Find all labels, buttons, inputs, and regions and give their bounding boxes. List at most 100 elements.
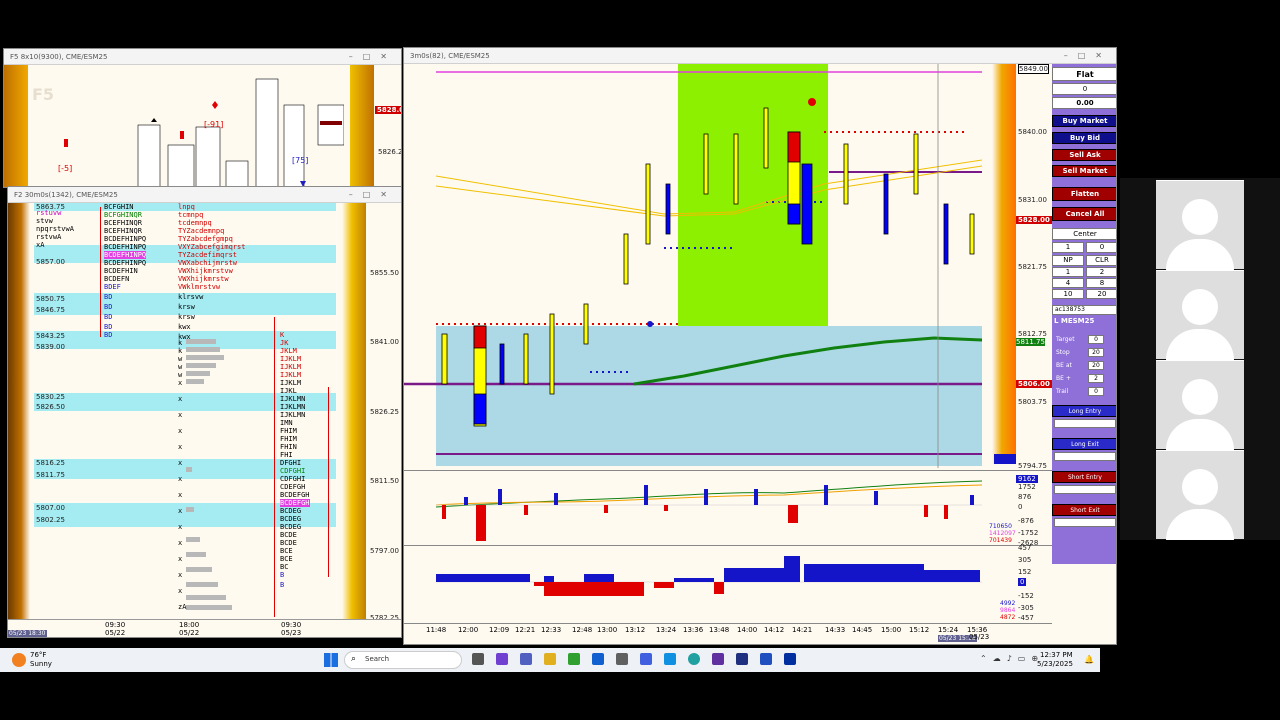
taskbar-app-icon[interactable] bbox=[592, 653, 604, 665]
clock-time[interactable]: 12:37 PM bbox=[1040, 651, 1073, 659]
band-price: 5807.00 bbox=[36, 504, 65, 512]
taskbar-app-icon[interactable] bbox=[784, 653, 796, 665]
tpo-row: stvw bbox=[36, 217, 53, 225]
taskbar-search[interactable]: ⌕ Search bbox=[344, 651, 462, 669]
window-title: F5 8x10(9300), CME/ESM25 bbox=[10, 53, 108, 61]
qty-preset-button[interactable]: 20 bbox=[1086, 289, 1116, 299]
time-label: 14:33 bbox=[825, 626, 846, 634]
taskbar-app-icon[interactable] bbox=[736, 653, 748, 665]
delta-value: 701439 bbox=[989, 537, 1012, 544]
vd-axis-label: 457 bbox=[1018, 544, 1032, 552]
participant-tile[interactable] bbox=[1156, 450, 1244, 540]
participant-tile[interactable] bbox=[1156, 270, 1244, 360]
volume-profile-left bbox=[4, 65, 28, 187]
long-entry-select[interactable] bbox=[1054, 419, 1116, 428]
qty-preset-button[interactable]: 4 bbox=[1052, 278, 1084, 288]
delta-axis-label: 0 bbox=[1018, 503, 1023, 511]
start-button-icon[interactable] bbox=[324, 653, 338, 667]
window-titlebar[interactable]: 3m0s(82), CME/ESM25 –□✕ bbox=[404, 48, 1116, 64]
svg-text:w: w bbox=[178, 363, 183, 371]
flatten-button[interactable]: Flatten bbox=[1052, 187, 1116, 201]
be-at-input[interactable]: 20 bbox=[1088, 361, 1104, 370]
sell-ask-button[interactable]: Sell Ask bbox=[1052, 149, 1116, 161]
vd-axis-label: 152 bbox=[1018, 568, 1032, 576]
price-axis-label: 5826.25 bbox=[370, 408, 399, 416]
initial-balance-line bbox=[328, 387, 329, 577]
svg-text:[75]: [75] bbox=[292, 156, 308, 165]
system-tray-icons[interactable]: ⌃☁♪▭⊕ bbox=[980, 654, 1044, 663]
clock-date[interactable]: 5/23/2025 bbox=[1037, 660, 1073, 668]
avatar-icon bbox=[1182, 379, 1218, 415]
svg-text:x: x bbox=[178, 427, 182, 435]
trail-input[interactable]: 0 bbox=[1088, 387, 1104, 396]
taskbar-app-icon[interactable] bbox=[496, 653, 508, 665]
tpo-row: BCE bbox=[280, 555, 293, 563]
buy-bid-button[interactable]: Buy Bid bbox=[1052, 132, 1116, 144]
clr-button[interactable]: CLR bbox=[1086, 255, 1116, 266]
taskbar-app-icon[interactable] bbox=[616, 653, 628, 665]
buy-market-button[interactable]: Buy Market bbox=[1052, 115, 1116, 127]
account-select[interactable]: ac138753 bbox=[1052, 305, 1116, 315]
tpo-row: BCDEFN bbox=[104, 275, 130, 283]
taskbar-app-icon[interactable] bbox=[640, 653, 652, 665]
search-placeholder: Search bbox=[365, 655, 390, 663]
weather-icon[interactable] bbox=[12, 653, 26, 667]
taskbar-app-icon[interactable] bbox=[760, 653, 772, 665]
band-price: 5846.75 bbox=[36, 306, 65, 314]
qty-preset-button[interactable]: 1 bbox=[1052, 267, 1084, 277]
svg-text:k: k bbox=[178, 347, 183, 355]
tpo-row: IJKLM bbox=[280, 379, 302, 387]
be-plus-input[interactable]: 2 bbox=[1088, 374, 1104, 383]
window-controls[interactable]: –□✕ bbox=[1064, 48, 1112, 64]
volume-delta-pane: 457 305 152 0 -152 -305 -457 4992 9864 4… bbox=[404, 544, 1052, 623]
taskbar-app-icon[interactable] bbox=[544, 653, 556, 665]
long-entry-button[interactable]: Long Entry bbox=[1052, 405, 1116, 417]
qty-input-2[interactable]: 0 bbox=[1086, 242, 1116, 253]
weather-desc[interactable]: Sunny bbox=[30, 660, 52, 668]
tpo-row: BCDE bbox=[280, 539, 297, 547]
window-controls[interactable]: –□✕ bbox=[349, 187, 397, 203]
position-status: Flat bbox=[1052, 67, 1116, 81]
taskbar-app-icon[interactable] bbox=[688, 653, 700, 665]
tpo-row: VXYZabcefgimqrst bbox=[178, 243, 246, 251]
notification-bell-icon[interactable]: 🔔 bbox=[1084, 655, 1094, 664]
sell-market-button[interactable]: Sell Market bbox=[1052, 165, 1116, 177]
short-exit-button[interactable]: Short Exit bbox=[1052, 504, 1116, 516]
tpo-row: BCDEFHINPQ bbox=[104, 251, 147, 259]
taskbar-app-icon[interactable] bbox=[520, 653, 532, 665]
window-titlebar[interactable]: F2 30m0s(1342), CME/ESM25 –□✕ bbox=[8, 187, 401, 203]
vd-axis-label: 305 bbox=[1018, 556, 1032, 564]
np-button[interactable]: NP bbox=[1052, 255, 1084, 266]
long-exit-button[interactable]: Long Exit bbox=[1052, 438, 1116, 450]
long-exit-select[interactable] bbox=[1054, 452, 1116, 461]
window-titlebar[interactable]: F5 8x10(9300), CME/ESM25 –□✕ bbox=[4, 49, 401, 65]
taskbar-app-icon[interactable] bbox=[568, 653, 580, 665]
taskbar-app-icon[interactable] bbox=[664, 653, 676, 665]
short-exit-select[interactable] bbox=[1054, 518, 1116, 527]
taskbar-app-icon[interactable] bbox=[712, 653, 724, 665]
participant-tile[interactable] bbox=[1156, 180, 1244, 270]
time-axis-cursor-label: 05/23 18:30 bbox=[8, 630, 47, 637]
qty-preset-button[interactable]: 2 bbox=[1086, 267, 1116, 277]
short-entry-select[interactable] bbox=[1054, 485, 1116, 494]
qty-input[interactable]: 1 bbox=[1052, 242, 1084, 253]
short-entry-button[interactable]: Short Entry bbox=[1052, 471, 1116, 483]
center-button[interactable]: Center bbox=[1052, 228, 1116, 240]
tpo-row: BCDEFHIN bbox=[104, 267, 138, 275]
tpo-row: K bbox=[280, 331, 285, 339]
time-axis-label: 09:30 bbox=[105, 621, 126, 629]
participant-tile[interactable] bbox=[1156, 360, 1244, 450]
qty-preset-button[interactable]: 8 bbox=[1086, 278, 1116, 288]
weather-temp[interactable]: 76°F bbox=[30, 651, 46, 659]
cancel-all-button[interactable]: Cancel All bbox=[1052, 207, 1116, 221]
tpo-row: IJKLM bbox=[280, 363, 302, 371]
window-controls[interactable]: –□✕ bbox=[349, 49, 397, 65]
volume-profile-right bbox=[342, 203, 366, 627]
qty-preset-button[interactable]: 10 bbox=[1052, 289, 1084, 299]
price-axis-label: 5821.75 bbox=[1018, 263, 1047, 271]
tpo-row: BCDEFHINPQ bbox=[104, 235, 147, 243]
stop-input[interactable]: 20 bbox=[1088, 348, 1104, 357]
svg-text:x: x bbox=[178, 571, 182, 579]
taskbar-app-icon[interactable] bbox=[472, 653, 484, 665]
target-input[interactable]: 0 bbox=[1088, 335, 1104, 344]
